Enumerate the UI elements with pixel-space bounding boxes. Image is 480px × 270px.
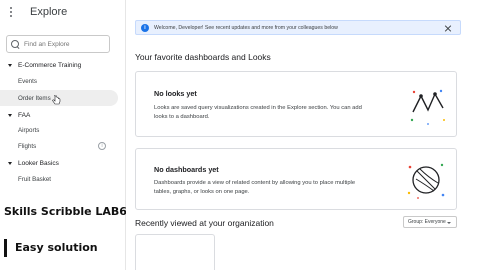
card-description-line: looks to a dashboard. [154, 113, 210, 120]
dashboards-card: No dashboards yet Dashboards provide a v… [135, 148, 457, 210]
sidebar: Explore E-Commerce Training Events Order… [0, 0, 126, 270]
sidebar-item-order-items[interactable]: Order Items [0, 90, 118, 106]
sidebar-header: Explore [0, 0, 126, 24]
recent-heading: Recently viewed at your organization [135, 218, 274, 228]
sidebar-item-events[interactable]: Events [0, 73, 118, 89]
sidebar-item-label: Airports [18, 126, 40, 134]
section-faa[interactable]: FAA [0, 107, 126, 123]
sidebar-item-label: Fruit Basket [18, 175, 52, 183]
sidebar-item-airports[interactable]: Airports [0, 122, 118, 138]
section-label: FAA [18, 111, 31, 119]
section-label: Looker Basics [18, 159, 59, 167]
caret-down-icon[interactable] [8, 113, 12, 117]
line-chart-illustration-icon [410, 89, 445, 125]
overlay-caption-subtitle: Easy solution [4, 239, 98, 257]
explore-search-box[interactable] [6, 35, 110, 53]
section-label: E-Commerce Training [18, 61, 82, 69]
card-description-line: tables, graphs, or looks on one page. [154, 188, 250, 195]
favorites-heading: Your favorite dashboards and Looks [135, 52, 271, 62]
section-looker-basics[interactable]: Looker Basics [0, 155, 126, 171]
info-icon[interactable]: i [98, 142, 106, 150]
hand-cursor-icon [51, 94, 60, 104]
more-vert-icon[interactable] [8, 3, 26, 21]
caret-down-icon[interactable] [8, 161, 12, 165]
search-icon [11, 39, 20, 49]
sidebar-item-fruit-basket[interactable]: Fruit Basket [0, 171, 118, 187]
card-description-line: Looks are saved query visualizations cre… [154, 105, 362, 111]
sidebar-item-flights[interactable]: Flights i [0, 138, 118, 154]
group-select-value: Group: Everyone [408, 219, 446, 225]
sidebar-item-label: Flights [18, 142, 37, 150]
page-title: Explore [30, 6, 68, 18]
banner-text: Welcome, Developer! See recent updates a… [154, 24, 338, 31]
recent-item-card[interactable] [135, 234, 215, 270]
sidebar-item-label: Events [18, 77, 37, 85]
welcome-banner: i Welcome, Developer! See recent updates… [135, 20, 461, 35]
looks-card: No looks yet Looks are saved query visua… [135, 71, 457, 137]
card-description: Looks are saved query visualizations cre… [154, 104, 362, 121]
chevron-down-icon [447, 221, 451, 224]
group-select[interactable]: Group: Everyone [403, 216, 457, 228]
card-title: No looks yet [154, 89, 197, 98]
card-description: Dashboards provide a view of related con… [154, 179, 355, 196]
info-icon: i [141, 23, 149, 32]
close-icon[interactable] [444, 24, 452, 32]
overlay-caption-title: Skills Scribble LAB6 [4, 205, 127, 218]
search-input[interactable] [24, 40, 108, 48]
card-description-line: Dashboards provide a view of related con… [154, 180, 356, 186]
caret-down-icon[interactable] [8, 63, 12, 67]
main-content: i Welcome, Developer! See recent updates… [126, 0, 480, 270]
sidebar-item-label: Order Items [18, 94, 51, 102]
globe-illustration-icon [407, 163, 445, 199]
section-ecommerce-training[interactable]: E-Commerce Training [0, 57, 126, 73]
card-title: No dashboards yet [154, 165, 219, 174]
